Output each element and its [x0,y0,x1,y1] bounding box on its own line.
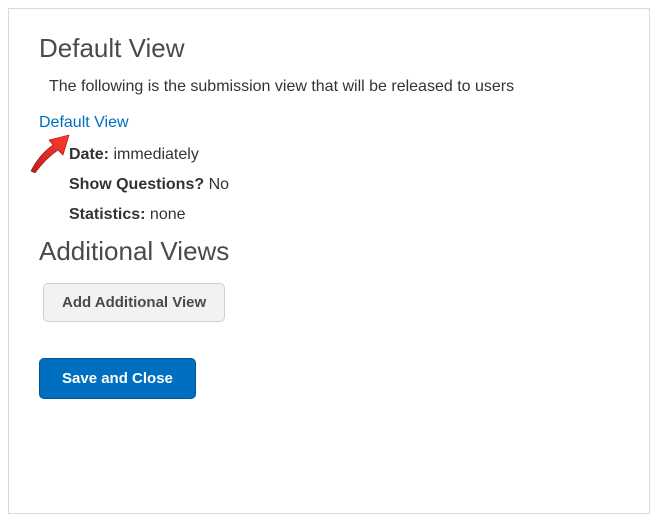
detail-statistics-value: none [145,206,185,223]
detail-statistics-label: Statistics: [69,206,145,223]
detail-date-label: Date: [69,146,109,163]
detail-show-questions: Show Questions? No [69,176,619,194]
detail-show-questions-label: Show Questions? [69,176,204,193]
default-view-link[interactable]: Default View [39,114,129,132]
detail-statistics: Statistics: none [69,206,619,224]
detail-show-questions-value: No [204,176,229,193]
settings-panel: Default View The following is the submis… [8,8,650,514]
add-additional-view-button[interactable]: Add Additional View [43,283,225,322]
default-view-description: The following is the submission view tha… [49,78,619,96]
default-view-details: Date: immediately Show Questions? No Sta… [69,146,619,224]
save-and-close-button[interactable]: Save and Close [39,358,196,399]
detail-date-value: immediately [109,146,199,163]
default-view-heading: Default View [39,33,619,64]
pointer-arrow-annotation [25,133,73,173]
detail-date: Date: immediately [69,146,619,164]
additional-views-heading: Additional Views [39,236,619,267]
